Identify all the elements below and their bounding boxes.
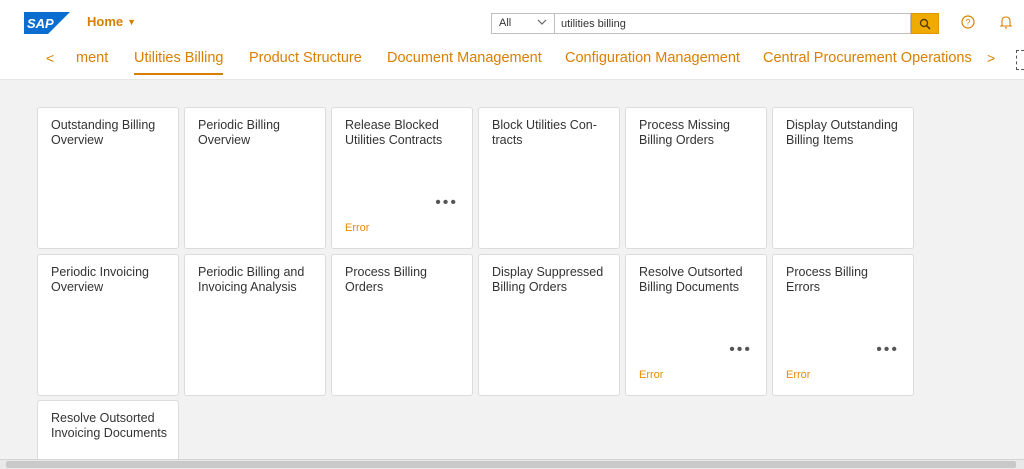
chevron-down-icon: [536, 16, 548, 31]
shell-header: SAP Home ▼ All ?: [0, 0, 1024, 44]
home-label: Home: [87, 14, 124, 29]
tab-document-management[interactable]: Document Management: [387, 50, 542, 66]
more-icon: •••: [435, 194, 458, 211]
tile-title: Block Utilities Con­tracts: [492, 118, 597, 147]
tile-title: Display Outstanding Billing Items: [786, 118, 898, 147]
scrollbar-thumb[interactable]: [6, 461, 1016, 468]
caret-down-icon: ▼: [127, 16, 137, 27]
tile-title: Periodic Invoicing Overview: [51, 265, 149, 294]
tab-configuration-management[interactable]: Configuration Management: [565, 50, 740, 66]
tile-title: Process Missing Billing Orders: [639, 118, 730, 147]
tile-resolve-outsorted-invoicing-documents[interactable]: Resolve Outsorted Invoicing Docu­ments: [37, 400, 179, 460]
tile-status-error: Error: [786, 369, 811, 381]
bell-icon: [999, 16, 1013, 29]
home-menu[interactable]: Home ▼: [87, 14, 136, 29]
notifications-button[interactable]: [997, 13, 1015, 31]
more-icon: •••: [729, 341, 752, 358]
sap-logo[interactable]: SAP: [24, 12, 70, 34]
tile-periodic-invoicing-overview[interactable]: Periodic Invoicing Overview: [37, 254, 179, 396]
tile-title: Outstanding Billing Overview: [51, 118, 156, 147]
tile-outstanding-billing-overview[interactable]: Outstanding Billing Overview: [37, 107, 179, 249]
tile-title: Periodic Billing Overview: [198, 118, 280, 147]
logo-text: SAP: [27, 16, 54, 31]
help-icon: ?: [961, 15, 975, 29]
tile-title: Process Billing Orders: [345, 265, 427, 294]
tab-product-structure[interactable]: Product Structure: [249, 50, 362, 66]
search-button[interactable]: [911, 13, 939, 34]
help-button[interactable]: ?: [959, 13, 977, 31]
tile-title: Display Suppressed Billing Orders: [492, 265, 604, 294]
tile-release-blocked-utilities-contracts[interactable]: Release Blocked Utilities Contracts ••• …: [331, 107, 473, 249]
tab-document-management-partial[interactable]: ment: [76, 50, 108, 66]
tile-periodic-billing-overview[interactable]: Periodic Billing Overview: [184, 107, 326, 249]
tile-title: Resolve Outsorted Invoicing Docu­ments: [51, 411, 168, 440]
tile-title: Release Blocked Utilities Contracts: [345, 118, 443, 147]
tile-title: Resolve Outsorted Billing Documents: [639, 265, 743, 294]
overflow-edge-marker: [1016, 50, 1024, 70]
search-scope-value: All: [499, 17, 512, 29]
tab-utilities-billing[interactable]: Utilities Billing: [134, 50, 224, 75]
tile-display-suppressed-billing-orders[interactable]: Display Suppressed Billing Orders: [478, 254, 620, 396]
tile-periodic-billing-invoicing-analysis[interactable]: Periodic Billing and Invoicing Analysis: [184, 254, 326, 396]
tab-central-procurement-operations[interactable]: Central Procurement Operations: [763, 50, 972, 66]
tabs-prev-arrow[interactable]: <: [46, 50, 54, 66]
search-icon: [919, 18, 931, 30]
more-icon: •••: [876, 341, 899, 358]
svg-text:?: ?: [965, 18, 970, 28]
group-tab-bar: < ment Utilities Billing Product Structu…: [0, 44, 1024, 80]
tile-block-utilities-contracts[interactable]: Block Utilities Con­tracts: [478, 107, 620, 249]
tile-process-billing-errors[interactable]: Process Billing Errors ••• Error: [772, 254, 914, 396]
tile-status-error: Error: [345, 222, 370, 234]
tile-title: Periodic Billing and Invoicing Analysis: [198, 265, 305, 294]
horizontal-scrollbar[interactable]: [0, 459, 1024, 469]
tile-resolve-outsorted-billing-documents[interactable]: Resolve Outsorted Billing Documents ••• …: [625, 254, 767, 396]
search-input[interactable]: [555, 13, 911, 34]
tile-title: Process Billing Errors: [786, 265, 868, 294]
search-scope-select[interactable]: All: [491, 13, 555, 34]
tile-status-error: Error: [639, 369, 664, 381]
tile-process-missing-billing-orders[interactable]: Process Missing Billing Orders: [625, 107, 767, 249]
tile-display-outstanding-billing-items[interactable]: Display Outstanding Billing Items: [772, 107, 914, 249]
tabs-next-arrow[interactable]: >: [987, 50, 995, 66]
tile-process-billing-orders[interactable]: Process Billing Orders: [331, 254, 473, 396]
search-bar: All: [491, 13, 939, 34]
